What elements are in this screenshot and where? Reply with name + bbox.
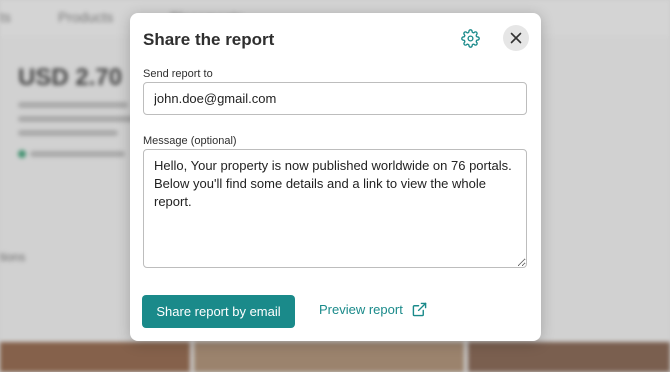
- external-link-icon: [412, 302, 427, 317]
- message-textarea[interactable]: Hello, Your property is now published wo…: [143, 149, 527, 268]
- close-icon: [510, 32, 522, 44]
- email-label: Send report to: [143, 68, 213, 80]
- share-by-email-button[interactable]: Share report by email: [142, 295, 295, 328]
- message-label: Message (optional): [143, 135, 237, 147]
- close-button[interactable]: [503, 25, 529, 51]
- gear-icon: [460, 28, 480, 48]
- preview-report-label: Preview report: [319, 302, 403, 317]
- preview-report-link[interactable]: Preview report: [319, 302, 427, 317]
- dialog-title: Share the report: [143, 30, 275, 49]
- share-report-dialog: Share the report Send report to Message …: [130, 13, 541, 341]
- settings-button[interactable]: [459, 27, 481, 49]
- email-field[interactable]: [143, 82, 527, 115]
